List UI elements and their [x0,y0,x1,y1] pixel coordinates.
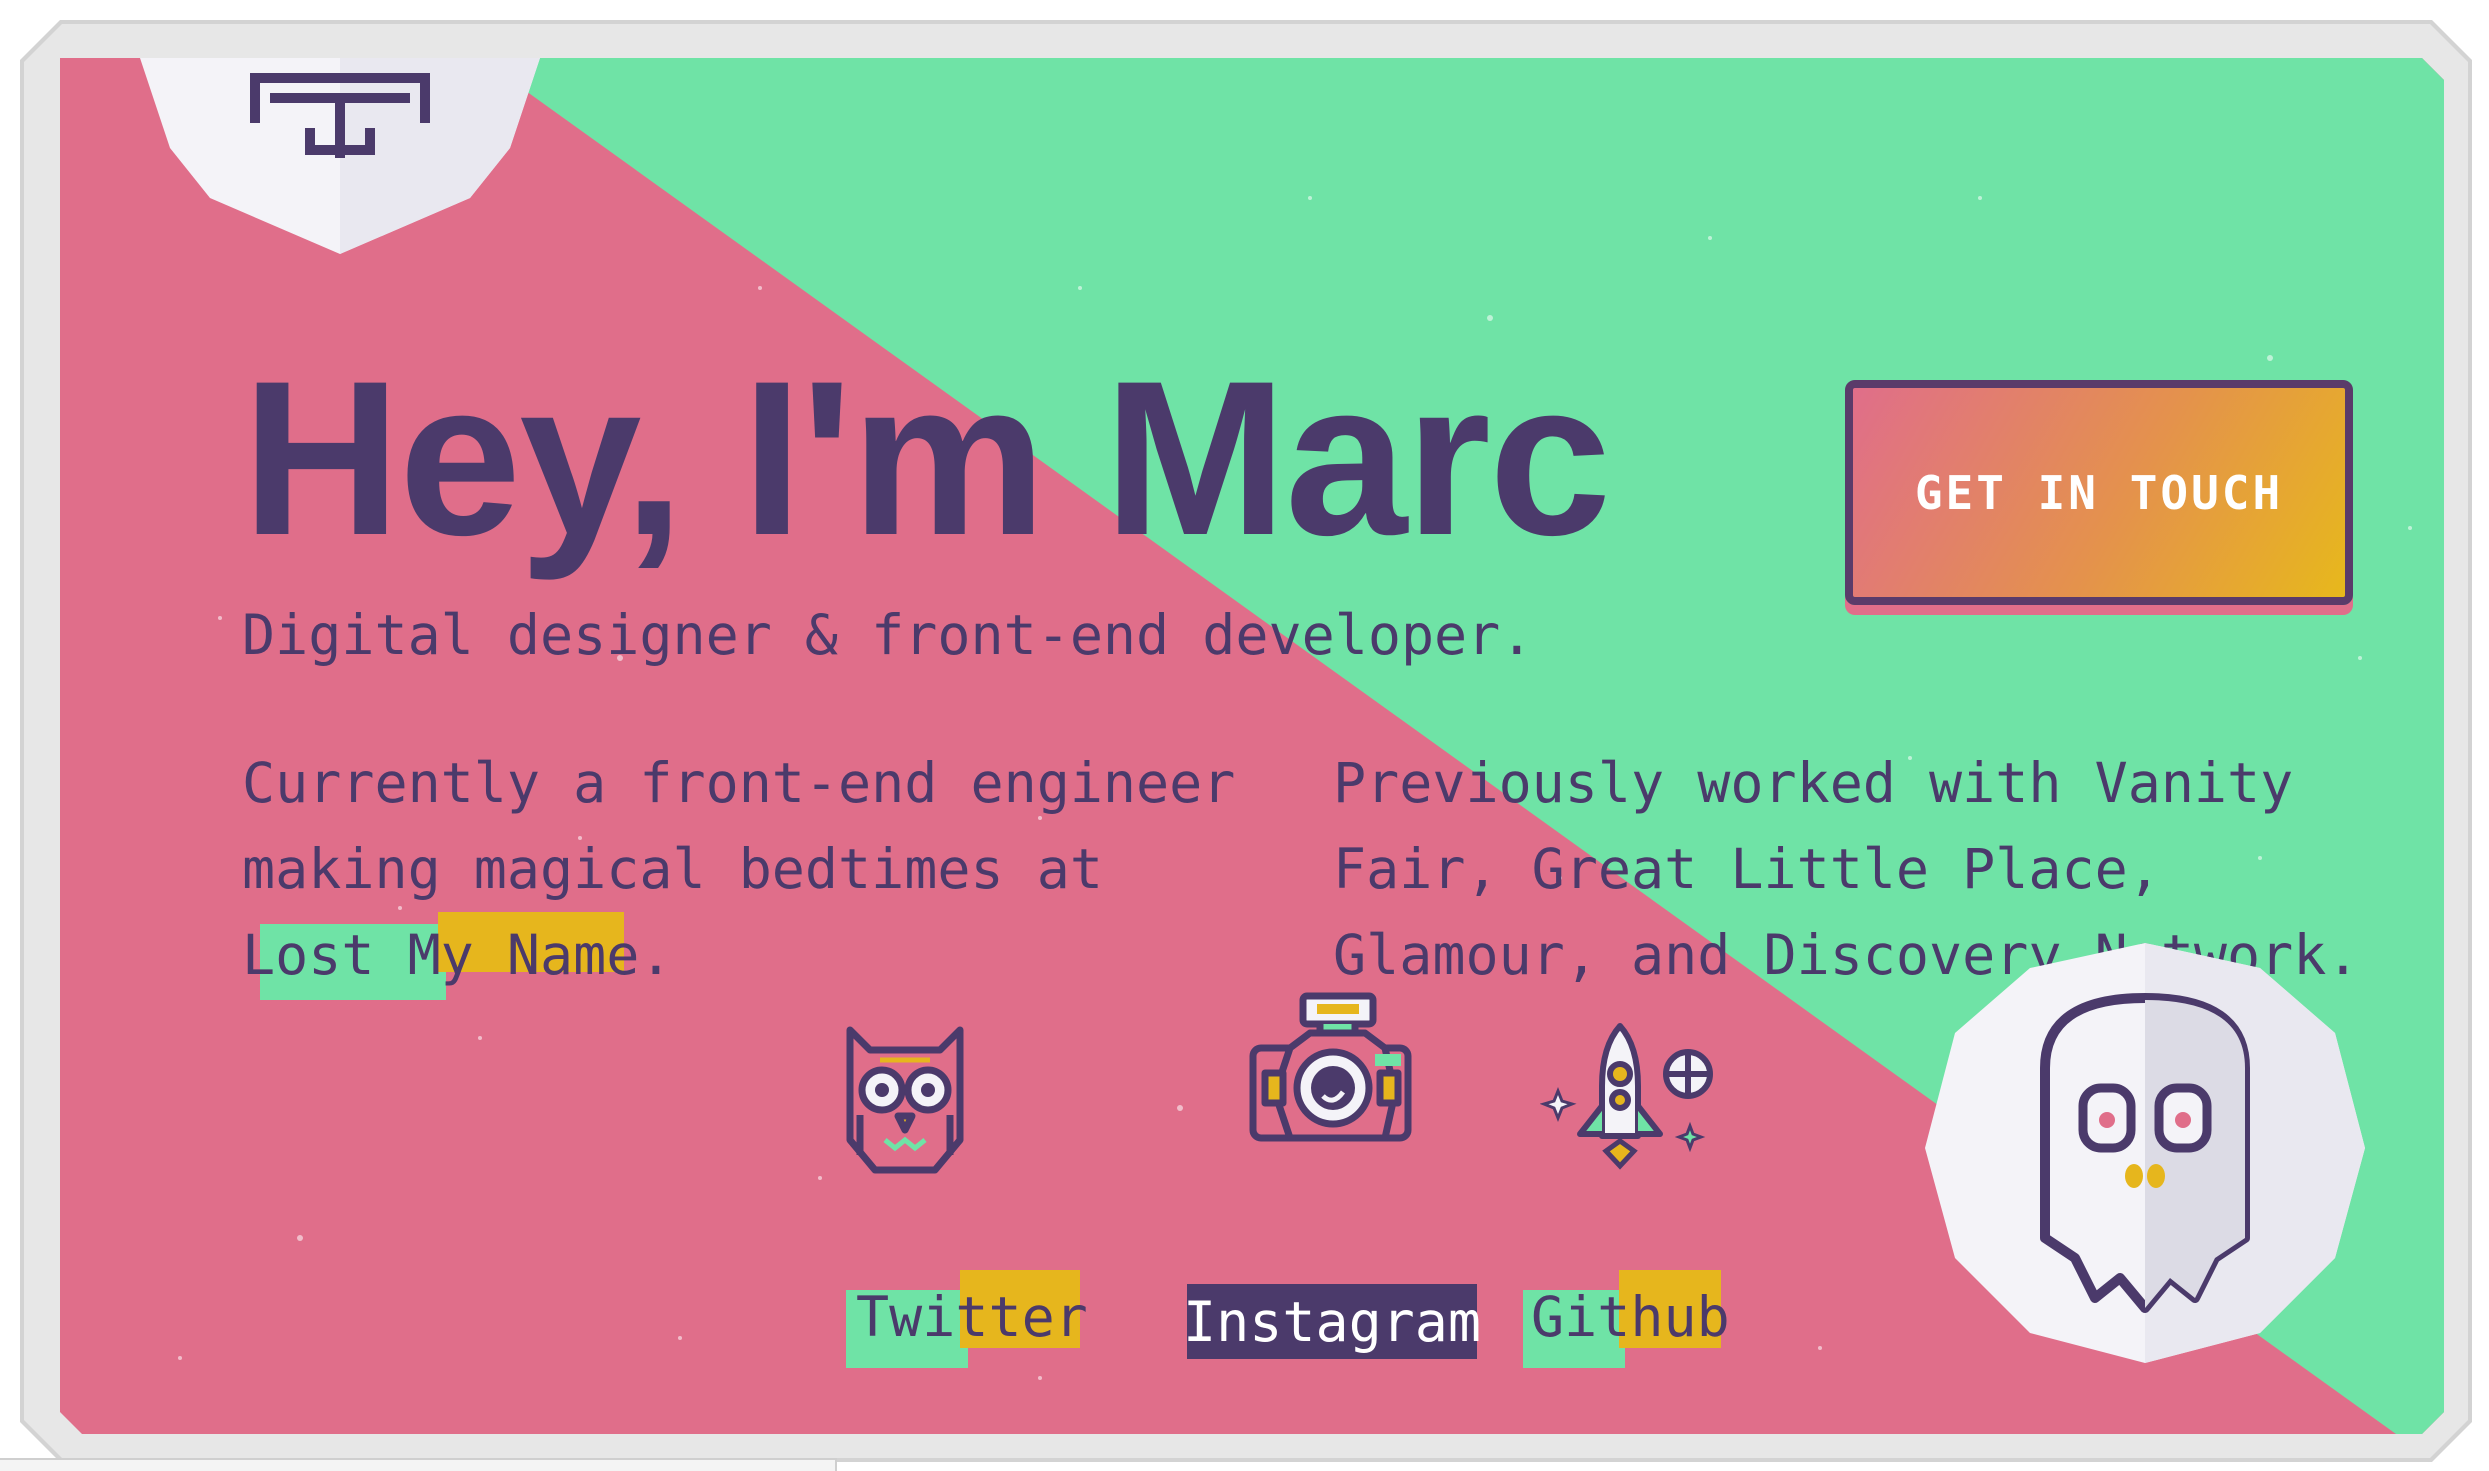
bottom-tab-strip [0,1458,837,1471]
owl-icon[interactable] [840,1020,970,1180]
lost-my-name-link[interactable]: Lost My Name [242,912,639,998]
get-in-touch-button[interactable]: GET IN TOUCH [1845,380,2353,605]
current-job-text: Currently a front-end engineer making ma… [242,740,1322,998]
rocket-icon[interactable] [1540,1016,1740,1186]
current-job-suffix: . [639,923,673,987]
hero-panel: Hey, I'm Marc Digital designer & front-e… [60,58,2444,1434]
lost-my-name-label: Lost My Name [242,923,640,987]
twitter-link[interactable]: Twitter [846,1270,1076,1370]
page-title: Hey, I'm Marc [242,335,1610,581]
camera-icon[interactable] [1245,988,1415,1188]
github-label: Github [1531,1285,1730,1349]
twitter-label: Twitter [856,1285,1088,1349]
subtitle: Digital designer & front-end developer. [242,603,1534,667]
github-link[interactable]: Github [1523,1270,1733,1370]
ghost-icon [1915,938,2375,1368]
instagram-link[interactable]: Instagram [1187,1284,1477,1359]
current-job-prefix: Currently a front-end engineer making ma… [242,751,1236,901]
logo-icon[interactable] [140,58,540,258]
